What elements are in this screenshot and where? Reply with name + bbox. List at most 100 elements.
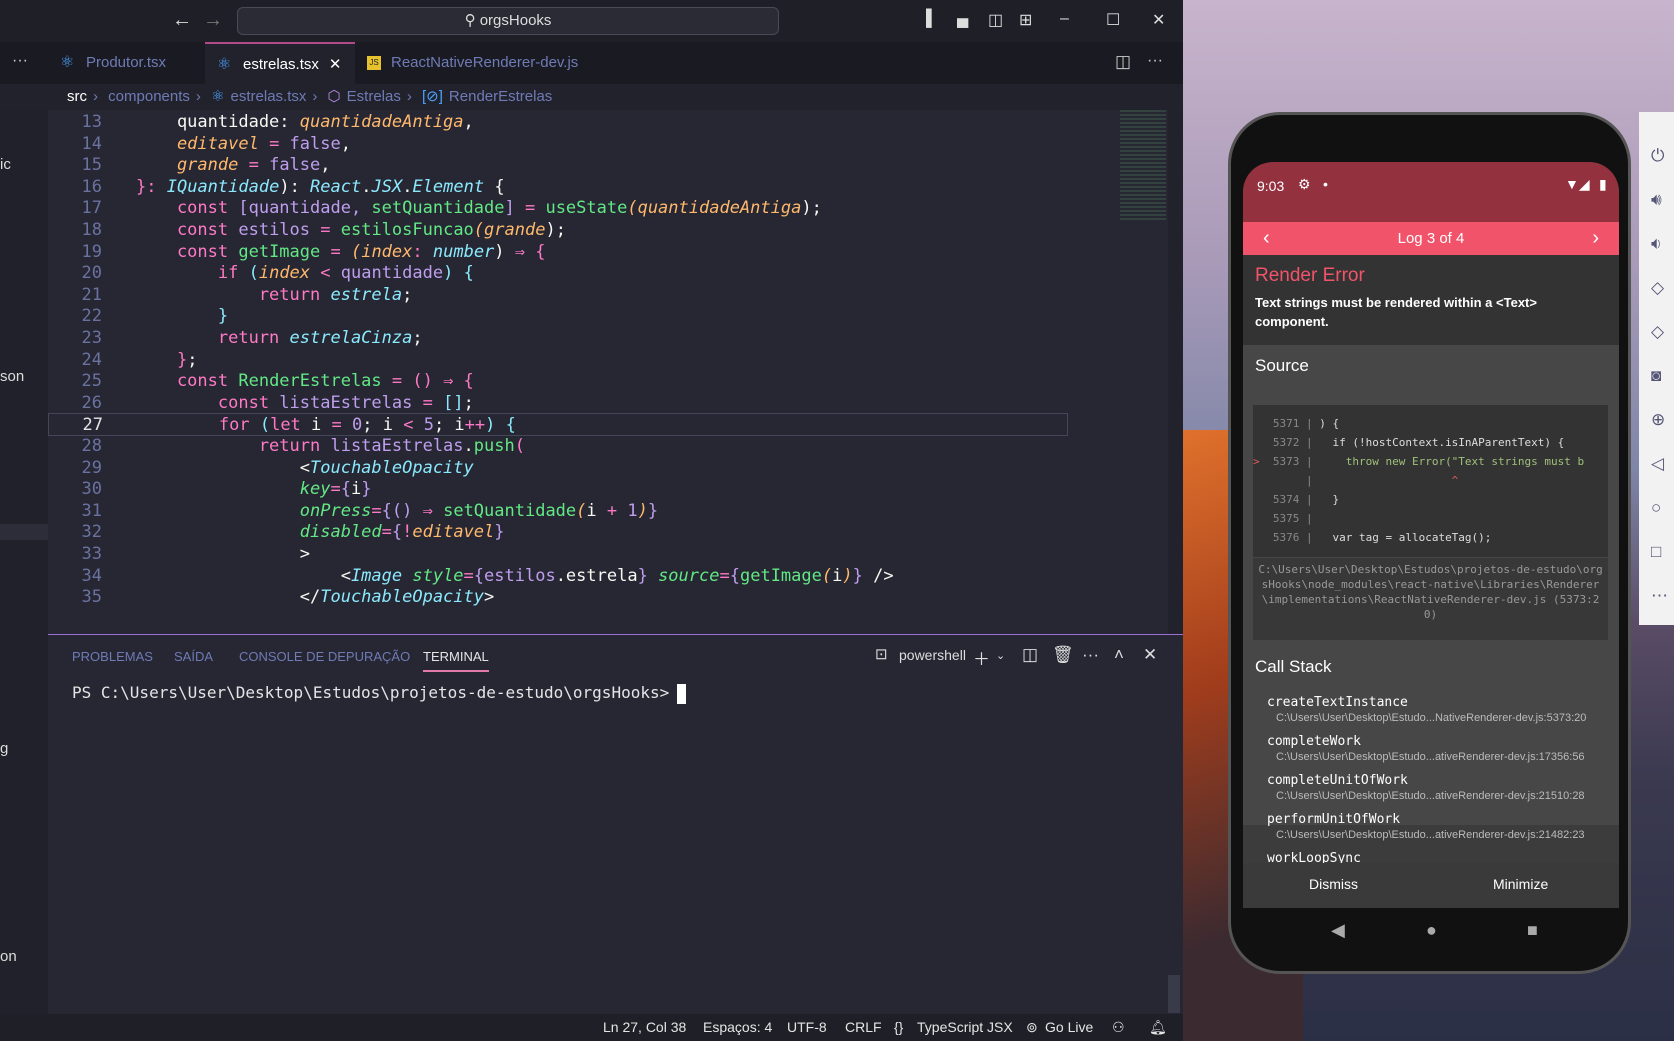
prev-log-icon[interactable]: ‹ bbox=[1263, 222, 1270, 255]
terminal-output[interactable]: PS C:\Users\User\Desktop\Estudos\projeto… bbox=[72, 683, 687, 704]
code-line[interactable]: 23 return estrelaCinza; bbox=[48, 327, 1068, 350]
more-icon[interactable]: ··· bbox=[1082, 645, 1099, 665]
code-line[interactable]: 28 return listaEstrelas.push( bbox=[48, 435, 1068, 458]
code-line[interactable]: 18 const estilos = estilosFuncao(grande)… bbox=[48, 219, 1068, 242]
code-line[interactable]: 30 key={i} bbox=[48, 478, 1068, 501]
back-icon[interactable]: ◁ bbox=[1651, 454, 1664, 474]
rotate-left-icon[interactable]: ◇ bbox=[1651, 278, 1664, 298]
code-line[interactable]: 34 <Image style={estilos.estrela} source… bbox=[48, 565, 1068, 588]
split-editor-icon[interactable]: ◫ bbox=[1115, 52, 1131, 72]
home-icon[interactable]: ○ bbox=[1651, 498, 1661, 518]
code-token: TouchableOpacity bbox=[320, 587, 484, 608]
next-log-icon[interactable]: › bbox=[1592, 222, 1599, 255]
overview-icon[interactable]: □ bbox=[1651, 542, 1661, 562]
more-actions-icon[interactable]: ··· bbox=[1147, 52, 1163, 70]
callstack-item[interactable]: createTextInstance C:\Users\User\Desktop\… bbox=[1267, 695, 1586, 724]
plus-icon[interactable]: ＋ bbox=[973, 645, 990, 670]
chevron-down-icon[interactable]: ⌄ bbox=[996, 649, 1005, 662]
code-line[interactable]: 31 onPress={() ⇒ setQuantidade(i + 1)} bbox=[48, 500, 1068, 523]
code-line[interactable]: 21 return estrela; bbox=[48, 284, 1068, 307]
camera-icon[interactable]: ◙ bbox=[1651, 366, 1661, 386]
terminal-shell-label[interactable]: powershell bbox=[899, 647, 966, 663]
chevron-right-icon: › bbox=[406, 88, 412, 105]
code-line[interactable]: 32 disabled={!editavel} bbox=[48, 521, 1068, 544]
volume-down-icon[interactable]: 🔉︎ bbox=[1651, 234, 1662, 254]
rotate-right-icon[interactable]: ◇ bbox=[1651, 322, 1664, 342]
minimize-button[interactable]: – bbox=[1060, 10, 1069, 28]
dismiss-button[interactable]: Dismiss bbox=[1309, 876, 1358, 892]
forward-button[interactable]: → bbox=[203, 9, 223, 32]
code-line[interactable]: 16}: IQuantidade): React.JSX.Element { bbox=[48, 176, 1068, 199]
tab-problemas[interactable]: PROBLEMAS bbox=[72, 649, 153, 664]
tab-terminal[interactable]: TERMINAL bbox=[423, 649, 489, 672]
chevron-up-icon[interactable]: ˄ bbox=[1114, 645, 1124, 665]
source-path[interactable]: C:\Users\User\Desktop\Estudos\projetos-d… bbox=[1253, 558, 1608, 640]
command-center-search[interactable]: ⚲ orgsHooks bbox=[237, 7, 779, 35]
breadcrumb-components[interactable]: components bbox=[108, 88, 190, 105]
encoding[interactable]: UTF-8 bbox=[787, 1014, 827, 1041]
tab-estrelas[interactable]: ⚛ estrelas.tsx ✕ bbox=[205, 42, 355, 84]
code-line[interactable]: 17 const [quantidade, setQuantidade] = u… bbox=[48, 197, 1068, 220]
code-token: ++ bbox=[464, 415, 486, 436]
code-line[interactable]: 24 }; bbox=[48, 349, 1068, 372]
breadcrumb-file[interactable]: estrelas.tsx bbox=[231, 88, 307, 105]
back-button[interactable]: ← bbox=[172, 9, 192, 32]
back-nav-icon[interactable]: ◀ bbox=[1331, 920, 1345, 941]
close-panel-icon[interactable]: ✕ bbox=[1143, 645, 1157, 665]
tab-produtor[interactable]: ⚛ Produtor.tsx bbox=[0, 42, 205, 84]
code-line[interactable]: 22 } bbox=[48, 305, 1068, 328]
volume-up-icon[interactable]: 🔊︎ bbox=[1651, 190, 1662, 210]
callstack-item[interactable]: completeUnitOfWork C:\Users\User\Desktop\… bbox=[1267, 773, 1585, 802]
breadcrumb-src[interactable]: src bbox=[67, 88, 87, 105]
code-editor[interactable]: 13 quantidade: quantidadeAntiga, 14 edita… bbox=[48, 110, 1168, 634]
close-tab-icon[interactable]: ✕ bbox=[329, 56, 342, 73]
code-line[interactable]: 15 grande = false, bbox=[48, 154, 1068, 177]
breadcrumb-renderestrelas[interactable]: RenderEstrelas bbox=[449, 88, 552, 105]
split-terminal-icon[interactable]: ◫ bbox=[1022, 645, 1038, 665]
callstack-item[interactable]: completeWork C:\Users\User\Desktop\Estudo… bbox=[1267, 734, 1585, 763]
code-line[interactable]: 26 const listaEstrelas = []; bbox=[48, 392, 1068, 415]
customize-layout-icon[interactable]: ⊞ bbox=[1019, 10, 1032, 30]
maximize-button[interactable]: ☐ bbox=[1106, 10, 1120, 30]
code-line[interactable]: 35 </TouchableOpacity> bbox=[48, 586, 1068, 609]
code-line[interactable]: 13 quantidade: quantidadeAntiga, bbox=[48, 111, 1068, 134]
code-line[interactable]: 29 <TouchableOpacity bbox=[48, 457, 1068, 480]
toggle-sidebar-icon[interactable]: ▌ bbox=[926, 10, 937, 28]
go-live-button[interactable]: Go Live bbox=[1045, 1014, 1093, 1041]
code-token: ): bbox=[279, 176, 311, 197]
terminal-scrollbar[interactable] bbox=[1168, 975, 1180, 1013]
zoom-icon[interactable]: ⊕ bbox=[1651, 410, 1665, 430]
source-marker: > bbox=[1253, 455, 1267, 468]
close-button[interactable]: ✕ bbox=[1152, 10, 1165, 30]
recents-nav-icon[interactable]: ■ bbox=[1527, 920, 1538, 941]
accounts-icon[interactable]: ⚇ bbox=[1112, 1014, 1125, 1041]
tab-saida[interactable]: SAÍDA bbox=[174, 649, 213, 664]
breadcrumb-estrelas[interactable]: Estrelas bbox=[347, 88, 401, 105]
code-line[interactable]: 20 if (index < quantidade) { bbox=[48, 262, 1068, 285]
tab-reactnativerenderer[interactable]: JS ReactNativeRenderer-dev.js bbox=[355, 42, 615, 84]
language-mode[interactable]: TypeScript JSX bbox=[917, 1014, 1013, 1041]
code-line[interactable]: 14 editavel = false, bbox=[48, 133, 1068, 156]
line-ending[interactable]: CRLF bbox=[845, 1014, 882, 1041]
tab-console-depuracao[interactable]: CONSOLE DE DEPURAÇÃO bbox=[239, 649, 410, 664]
code-line[interactable]: 27 for (let i = 0; i < 5; i++) { bbox=[48, 413, 1068, 437]
home-nav-icon[interactable]: ● bbox=[1426, 920, 1437, 941]
more-icon[interactable]: ⋯ bbox=[1651, 586, 1668, 606]
cursor-position[interactable]: Ln 27, Col 38 bbox=[603, 1014, 686, 1041]
code-text: <Image style={estilos.estrela} source={g… bbox=[136, 565, 894, 588]
toggle-secondary-sidebar-icon[interactable]: ◫ bbox=[988, 10, 1003, 30]
code-line[interactable]: 33 > bbox=[48, 543, 1068, 566]
trash-icon[interactable]: 🗑 bbox=[1052, 645, 1074, 665]
minimap[interactable] bbox=[1120, 110, 1166, 220]
indentation[interactable]: Espaços: 4 bbox=[703, 1014, 772, 1041]
code-line[interactable]: 25 const RenderEstrelas = () ⇒ { bbox=[48, 370, 1068, 393]
bell-icon[interactable]: 🔔︎ bbox=[1149, 1014, 1167, 1041]
terminal-prompt: PS C:\Users\User\Desktop\Estudos\projeto… bbox=[72, 683, 670, 702]
code-token: estrelaCinza bbox=[289, 328, 413, 348]
code-line[interactable]: 19 const getImage = (index: number) ⇒ { bbox=[48, 241, 1068, 264]
source-title: Source bbox=[1255, 356, 1309, 375]
callstack-item[interactable]: performUnitOfWork C:\Users\User\Desktop\E… bbox=[1267, 812, 1585, 841]
toggle-panel-icon[interactable]: ▄ bbox=[957, 10, 968, 28]
power-icon[interactable]: ⏻ bbox=[1651, 146, 1664, 166]
minimize-button[interactable]: Minimize bbox=[1493, 876, 1548, 892]
